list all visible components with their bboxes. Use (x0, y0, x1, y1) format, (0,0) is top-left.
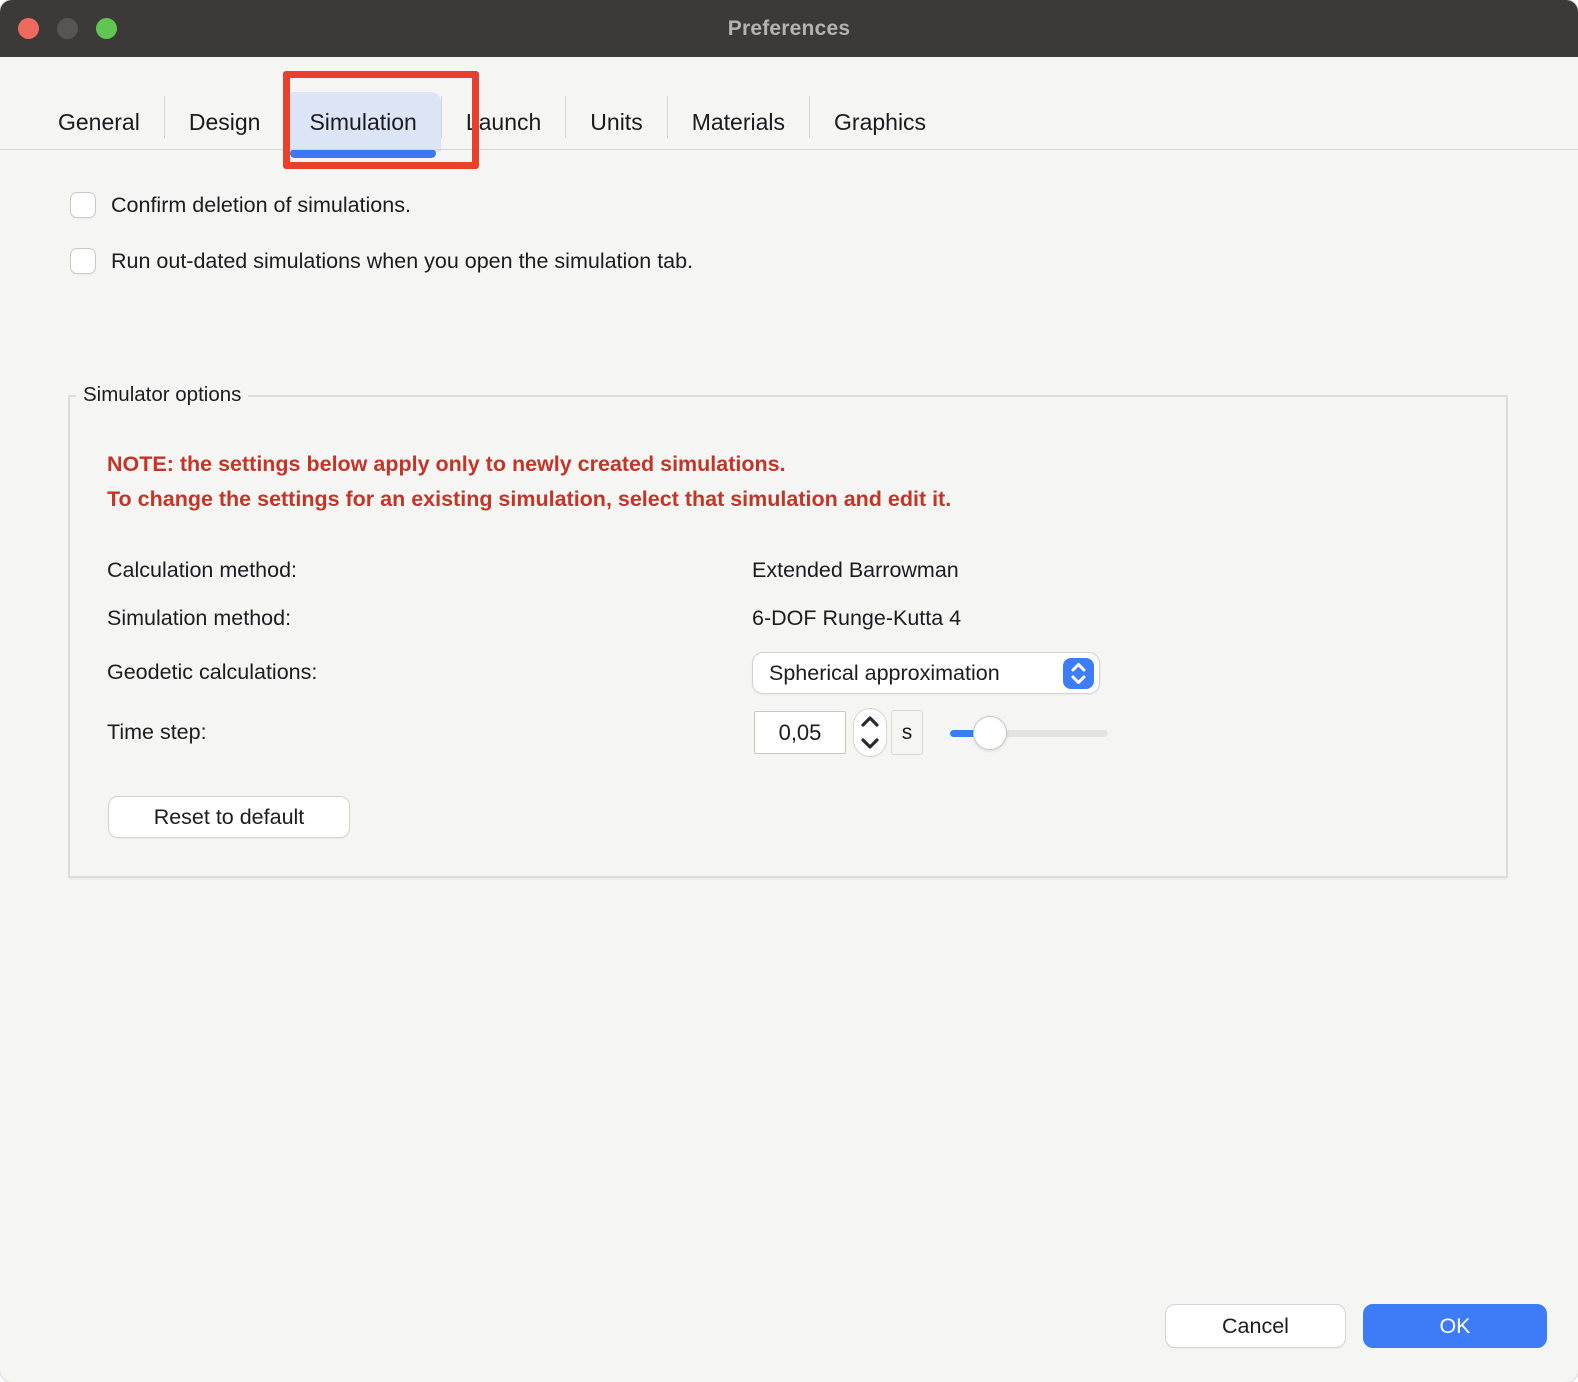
time-step-label: Time step: (107, 720, 207, 745)
time-step-input[interactable] (754, 711, 846, 754)
geodetic-calculations-label: Geodetic calculations: (107, 660, 317, 685)
tab-general[interactable]: General (34, 92, 164, 152)
calculation-method-label: Calculation method: (107, 558, 297, 583)
tab-bar-rule (0, 149, 1578, 150)
tab-bar: General Design Simulation Launch Units M… (0, 57, 1578, 150)
title-bar: Preferences (0, 0, 1578, 57)
tab-design[interactable]: Design (165, 92, 285, 152)
confirm-deletion-label: Confirm deletion of simulations. (111, 193, 411, 218)
tab-units[interactable]: Units (566, 92, 666, 152)
confirm-deletion-checkbox[interactable] (70, 192, 96, 218)
spinner-up-icon[interactable] (860, 715, 880, 728)
group-title: Simulator options (76, 383, 248, 407)
note-line-1: NOTE: the settings below apply only to n… (107, 452, 786, 477)
tab-graphics[interactable]: Graphics (810, 92, 950, 152)
tab-launch[interactable]: Launch (442, 92, 565, 152)
run-outdated-row: Run out-dated simulations when you open … (70, 248, 693, 274)
simulation-method-label: Simulation method: (107, 606, 291, 631)
tab-simulation[interactable]: Simulation (285, 92, 440, 152)
ok-button[interactable]: OK (1363, 1304, 1547, 1348)
zoom-button[interactable] (96, 18, 117, 39)
calculation-method-value: Extended Barrowman (752, 558, 959, 583)
tab-materials[interactable]: Materials (668, 92, 809, 152)
run-outdated-checkbox[interactable] (70, 248, 96, 274)
slider-thumb[interactable] (973, 716, 1007, 750)
minimize-button (57, 18, 78, 39)
cancel-button[interactable]: Cancel (1165, 1304, 1346, 1348)
note-line-2: To change the settings for an existing s… (107, 487, 951, 512)
geodetic-calculations-select[interactable]: Spherical approximation (752, 652, 1100, 694)
popup-updown-icon (1063, 658, 1094, 689)
confirm-deletion-row: Confirm deletion of simulations. (70, 192, 411, 218)
time-step-slider[interactable] (950, 723, 1108, 743)
simulator-options-group: Simulator options NOTE: the settings bel… (68, 395, 1508, 878)
spinner-down-icon[interactable] (860, 737, 880, 750)
traffic-lights (18, 0, 117, 57)
simulation-method-value: 6-DOF Runge-Kutta 4 (752, 606, 961, 631)
window-title: Preferences (728, 17, 850, 41)
close-button[interactable] (18, 18, 39, 39)
reset-to-default-button[interactable]: Reset to default (108, 796, 350, 838)
time-step-spinner[interactable] (853, 708, 887, 757)
geodetic-selected-value: Spherical approximation (769, 661, 1063, 686)
preferences-window: Preferences General Design Simulation La… (0, 0, 1578, 1382)
run-outdated-label: Run out-dated simulations when you open … (111, 249, 693, 274)
time-step-unit: s (891, 710, 923, 755)
